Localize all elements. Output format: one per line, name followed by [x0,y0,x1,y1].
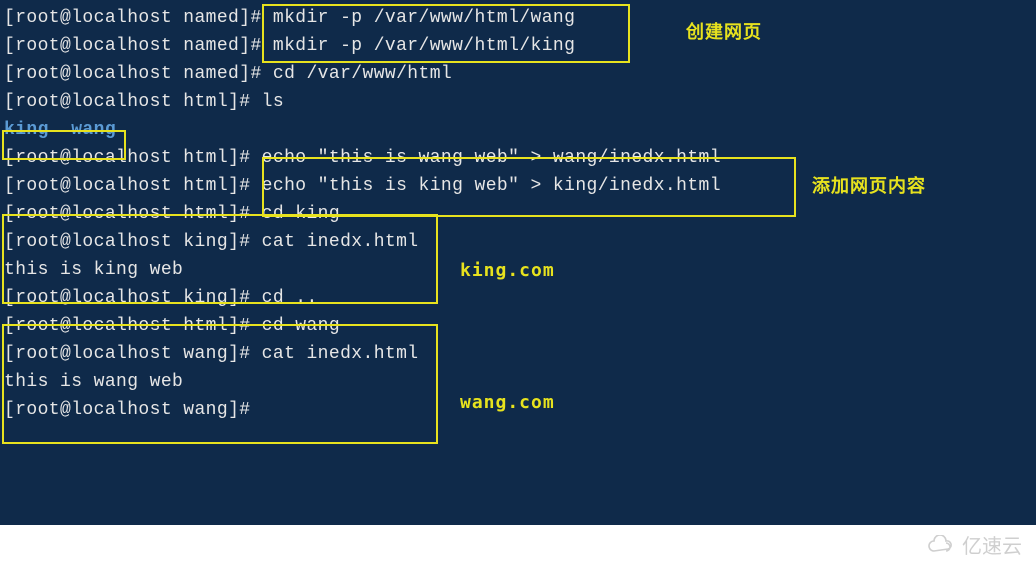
terminal-line: [root@localhost named]# mkdir -p /var/ww… [0,32,1036,60]
terminal-line: [root@localhost wang]# [0,396,1036,424]
watermark-text: 亿速云 [962,530,1022,559]
terminal-line: [root@localhost html]# echo "this is wan… [0,144,1036,172]
terminal-output: this is king web [0,256,1036,284]
terminal-line: [root@localhost wang]# cat inedx.html [0,340,1036,368]
prompt: [root@localhost named]# [4,36,273,56]
terminal-line: [root@localhost html]# cd king [0,200,1036,228]
terminal-output: this is wang web [0,368,1036,396]
prompt: [root@localhost html]# [4,204,262,224]
prompt: [root@localhost html]# [4,176,262,196]
command-text: echo "this is wang web" > wang/inedx.htm… [262,148,721,168]
watermark: 亿速云 [926,530,1022,559]
command-text: cd wang [262,316,340,336]
command-text: ls [262,92,284,112]
command-text: mkdir -p /var/www/html/king [273,36,575,56]
command-text: cd king [262,204,340,224]
prompt: [root@localhost html]# [4,316,262,336]
terminal-line: [root@localhost king]# cat inedx.html [0,228,1036,256]
terminal-line: [root@localhost html]# cd wang [0,312,1036,340]
terminal-window[interactable]: [root@localhost named]# mkdir -p /var/ww… [0,0,1036,525]
command-text: cd /var/www/html [273,64,452,84]
terminal-line: [root@localhost named]# cd /var/www/html [0,60,1036,88]
terminal-line: [root@localhost king]# cd .. [0,284,1036,312]
prompt: [root@localhost wang]# [4,344,262,364]
prompt: [root@localhost king]# [4,288,262,308]
prompt: [root@localhost named]# [4,64,273,84]
cloud-icon [926,535,956,555]
prompt: [root@localhost named]# [4,8,273,28]
footer-area [0,525,1036,565]
command-text: echo "this is king web" > king/inedx.htm… [262,176,721,196]
command-text: cat inedx.html [262,232,419,252]
prompt: [root@localhost html]# [4,148,262,168]
prompt: [root@localhost king]# [4,232,262,252]
prompt: [root@localhost wang]# [4,400,262,420]
terminal-line: [root@localhost named]# mkdir -p /var/ww… [0,4,1036,32]
command-text: cat inedx.html [262,344,419,364]
terminal-line: [root@localhost html]# echo "this is kin… [0,172,1036,200]
command-text: mkdir -p /var/www/html/wang [273,8,575,28]
prompt: [root@localhost html]# [4,92,262,112]
terminal-output: king wang [0,116,1036,144]
terminal-line: [root@localhost html]# ls [0,88,1036,116]
command-text: cd .. [262,288,318,308]
